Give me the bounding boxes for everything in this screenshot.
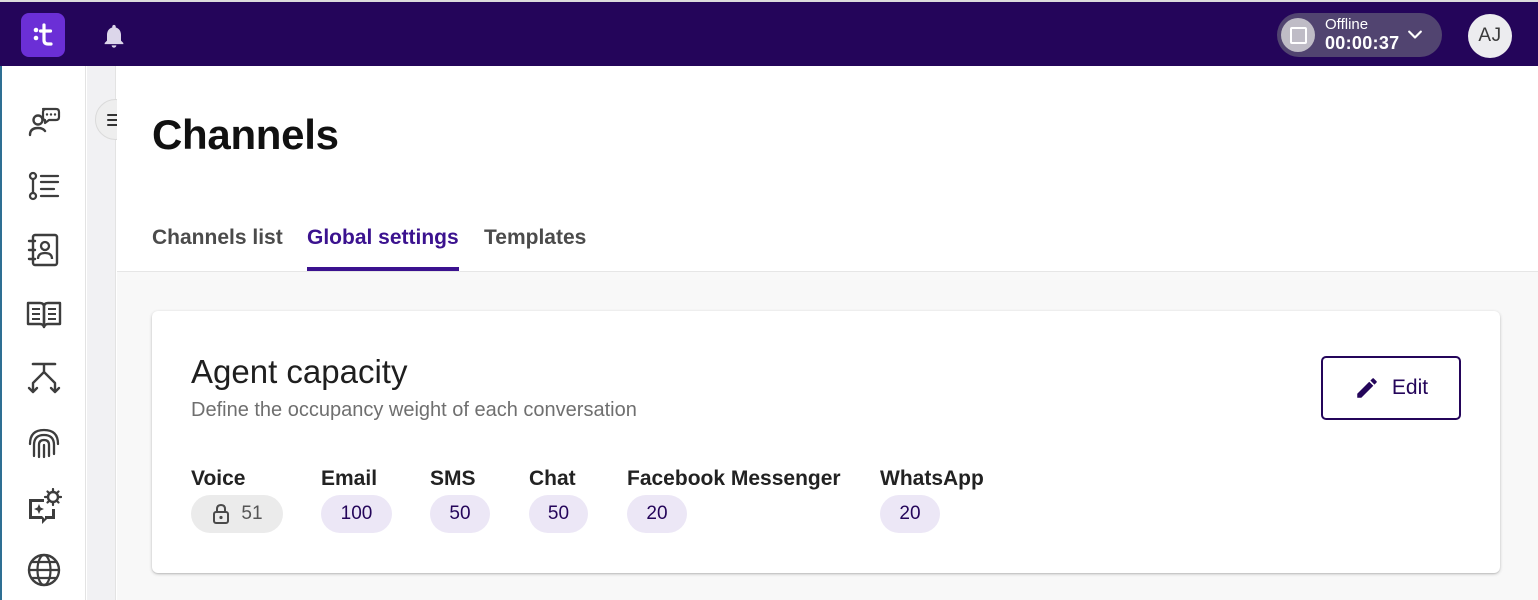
user-avatar[interactable]: AJ bbox=[1468, 14, 1512, 58]
tab-templates[interactable]: Templates bbox=[484, 226, 586, 272]
capacity-label: WhatsApp bbox=[880, 467, 984, 490]
status-label: Offline bbox=[1325, 16, 1369, 33]
left-nav-rail bbox=[2, 66, 86, 600]
capacity-label: Chat bbox=[529, 467, 576, 490]
sidebar-gutter bbox=[87, 66, 116, 600]
edit-button[interactable]: Edit bbox=[1321, 356, 1461, 420]
capacity-label: Email bbox=[321, 467, 378, 490]
nav-contacts[interactable] bbox=[26, 232, 62, 268]
routing-icon bbox=[27, 362, 61, 394]
globe-icon bbox=[27, 553, 61, 587]
capacity-label: Voice bbox=[191, 467, 246, 490]
tab-label: Channels list bbox=[152, 226, 283, 249]
main-content: Channels Channels list Global settings T… bbox=[117, 66, 1538, 600]
app-logo[interactable] bbox=[21, 13, 65, 57]
capacity-value-chip: 20 bbox=[627, 495, 687, 533]
capacity-facebook-messenger: Facebook Messenger 20 bbox=[627, 467, 841, 533]
chevron-down-icon bbox=[1408, 30, 1422, 39]
capacity-value-chip: 20 bbox=[880, 495, 940, 533]
capacity-label: SMS bbox=[430, 467, 476, 490]
bell-icon bbox=[104, 24, 124, 48]
edit-button-label: Edit bbox=[1391, 376, 1429, 399]
tab-global-settings[interactable]: Global settings bbox=[307, 226, 459, 272]
nav-security[interactable] bbox=[26, 424, 62, 460]
list-icon bbox=[28, 171, 60, 201]
nav-knowledge[interactable] bbox=[26, 296, 62, 332]
ai-settings-icon bbox=[29, 488, 62, 524]
capacity-label: Facebook Messenger bbox=[627, 467, 841, 490]
capacity-chat: Chat 50 bbox=[529, 467, 588, 533]
capacity-voice: Voice 51 bbox=[191, 467, 283, 533]
capacity-whatsapp: WhatsApp 20 bbox=[880, 467, 984, 533]
status-indicator bbox=[1281, 18, 1315, 52]
agent-chat-icon bbox=[28, 107, 61, 137]
stop-icon bbox=[1289, 26, 1307, 44]
capacity-value-chip: 50 bbox=[430, 495, 490, 533]
nav-agent-chat[interactable] bbox=[26, 104, 62, 140]
notifications-button[interactable] bbox=[100, 22, 128, 50]
capacity-email: Email 100 bbox=[321, 467, 392, 533]
top-bar: Offline 00:00:37 AJ bbox=[0, 0, 1538, 66]
capacity-value-chip: 100 bbox=[321, 495, 392, 533]
logo-icon bbox=[33, 23, 53, 46]
capacity-value-chip: 50 bbox=[529, 495, 588, 533]
capacity-value: 51 bbox=[241, 503, 263, 524]
capacity-value-chip: 51 bbox=[191, 495, 283, 533]
knowledge-book-icon bbox=[26, 301, 62, 329]
card-subtitle: Define the occupancy weight of each conv… bbox=[191, 399, 637, 421]
agent-status-selector[interactable]: Offline 00:00:37 bbox=[1277, 13, 1442, 57]
tab-channels-list[interactable]: Channels list bbox=[152, 226, 283, 272]
agent-capacity-card: Agent capacity Define the occupancy weig… bbox=[152, 311, 1500, 573]
nav-list[interactable] bbox=[26, 168, 62, 204]
page-title: Channels bbox=[152, 111, 339, 158]
card-title: Agent capacity bbox=[191, 353, 408, 390]
tab-label: Global settings bbox=[307, 226, 459, 249]
status-timer: 00:00:37 bbox=[1325, 33, 1400, 53]
nav-language[interactable] bbox=[26, 552, 62, 588]
nav-ai-settings[interactable] bbox=[26, 488, 62, 524]
pencil-icon bbox=[1357, 378, 1377, 398]
fingerprint-icon bbox=[28, 428, 60, 459]
lock-icon bbox=[213, 503, 230, 524]
tab-label: Templates bbox=[484, 226, 587, 249]
contacts-book-icon bbox=[27, 233, 59, 267]
nav-routing[interactable] bbox=[26, 360, 62, 396]
capacity-sms: SMS 50 bbox=[430, 467, 490, 533]
